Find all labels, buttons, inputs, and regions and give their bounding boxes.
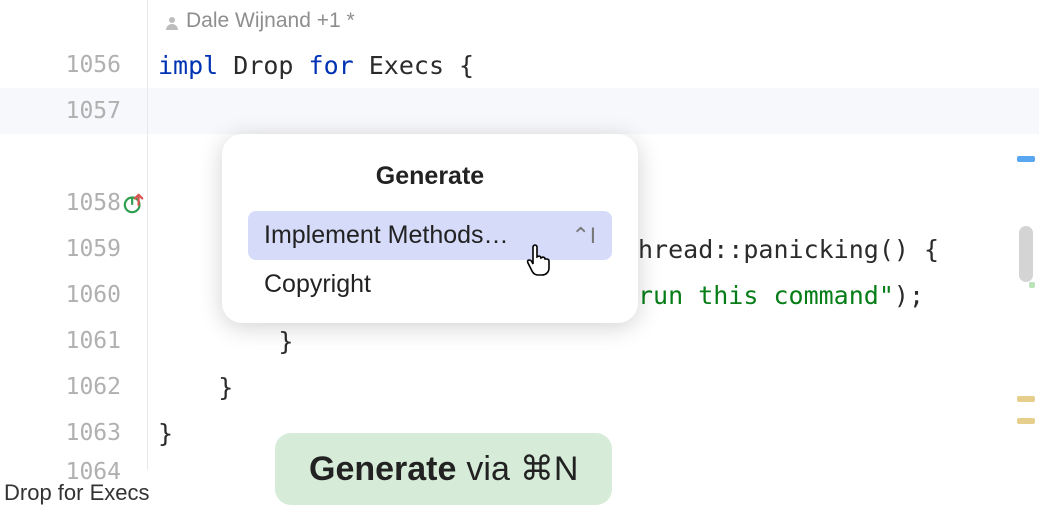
code-line-current[interactable] [148,88,1039,134]
scrollbar-thumb[interactable] [1019,226,1033,282]
warning-marker[interactable] [1017,418,1035,424]
info-marker[interactable] [1017,156,1035,162]
generate-popup: Generate Implement Methods… ⌃I Copyright [222,134,638,323]
popup-item-copyright[interactable]: Copyright [248,260,612,309]
line-number[interactable]: 1056 [0,42,147,88]
line-number[interactable]: 1063 [0,410,147,456]
popup-item-implement-methods[interactable]: Implement Methods… ⌃I [248,211,612,260]
author-annotation[interactable]: Dale Wijnand +1 * [148,0,1039,42]
line-number[interactable]: 1059 [0,226,147,272]
popup-item-label: Copyright [264,270,371,299]
line-number[interactable]: 1057 [0,88,147,134]
line-number[interactable]: 1062 [0,364,147,410]
implement-gutter-icon[interactable] [123,192,145,214]
gutter: 1056 1057 1058 1059 1060 1061 1062 1063 … [0,0,148,470]
line-number[interactable]: 1060 [0,272,147,318]
person-icon [164,13,180,29]
hint-action: Generate [309,450,456,489]
line-number[interactable]: 1058 [0,180,147,226]
code-line[interactable]: impl Drop for Execs { [148,42,1039,88]
popup-title: Generate [222,144,638,211]
hint-key: ⌘N [520,449,579,489]
popup-item-shortcut: ⌃I [571,223,596,249]
breadcrumb-text: Drop for Execs [4,480,150,506]
marker-bar[interactable] [1015,0,1037,470]
hint-via: via [466,450,509,489]
code-line[interactable]: } [148,318,1039,364]
author-label: Dale Wijnand +1 * [186,9,355,33]
line-number[interactable]: 1061 [0,318,147,364]
popup-item-label: Implement Methods… [264,221,509,250]
shortcut-hint: Generate via ⌘N [275,433,612,505]
cursor-pointer-icon [526,242,556,276]
ok-marker[interactable] [1029,282,1035,288]
breadcrumb-bar[interactable]: Drop for Execs [0,471,150,515]
warning-marker[interactable] [1017,396,1035,402]
code-line[interactable]: } [148,364,1039,410]
gutter-spacer [0,134,147,180]
